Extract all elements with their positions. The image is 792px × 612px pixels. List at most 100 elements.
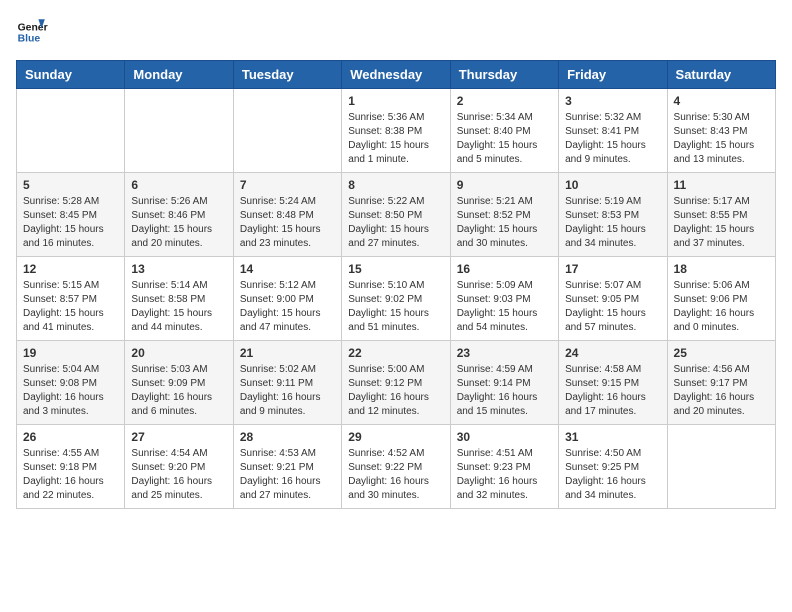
day-number: 18: [674, 262, 769, 276]
day-info: Sunrise: 5:26 AM Sunset: 8:46 PM Dayligh…: [131, 195, 226, 251]
calendar-cell: 24 Sunrise: 4:58 AM Sunset: 9:15 PM Dayli…: [559, 341, 667, 425]
svg-text:General: General: [18, 22, 48, 33]
weekday-header-friday: Friday: [559, 61, 667, 89]
day-number: 3: [565, 94, 660, 108]
day-info: Sunrise: 5:21 AM Sunset: 8:52 PM Dayligh…: [457, 195, 552, 251]
day-info: Sunrise: 4:58 AM Sunset: 9:15 PM Dayligh…: [565, 363, 660, 419]
day-number: 11: [674, 178, 769, 192]
calendar-cell: 13 Sunrise: 5:14 AM Sunset: 8:58 PM Dayli…: [125, 257, 233, 341]
calendar-cell: 30 Sunrise: 4:51 AM Sunset: 9:23 PM Dayli…: [450, 425, 558, 509]
calendar-week-3: 12 Sunrise: 5:15 AM Sunset: 8:57 PM Dayli…: [17, 257, 776, 341]
calendar-cell: [667, 425, 775, 509]
day-number: 19: [23, 346, 118, 360]
day-number: 22: [348, 346, 443, 360]
day-number: 15: [348, 262, 443, 276]
day-number: 8: [348, 178, 443, 192]
calendar-cell: 4Sunrise: 5:30 AM Sunset: 8:43 PM Daylig…: [667, 89, 775, 173]
weekday-header-thursday: Thursday: [450, 61, 558, 89]
calendar-cell: 6 Sunrise: 5:26 AM Sunset: 8:46 PM Daylig…: [125, 173, 233, 257]
day-info: Sunrise: 5:28 AM Sunset: 8:45 PM Dayligh…: [23, 195, 118, 251]
day-info: Sunrise: 4:50 AM Sunset: 9:25 PM Dayligh…: [565, 447, 660, 503]
weekday-header-tuesday: Tuesday: [233, 61, 341, 89]
day-number: 13: [131, 262, 226, 276]
calendar-cell: 19 Sunrise: 5:04 AM Sunset: 9:08 PM Dayli…: [17, 341, 125, 425]
day-info: Sunrise: 5:22 AM Sunset: 8:50 PM Dayligh…: [348, 195, 443, 251]
day-info: Sunrise: 5:24 AM Sunset: 8:48 PM Dayligh…: [240, 195, 335, 251]
day-info: Sunrise: 4:56 AM Sunset: 9:17 PM Dayligh…: [674, 363, 769, 419]
day-info: Sunrise: 5:03 AM Sunset: 9:09 PM Dayligh…: [131, 363, 226, 419]
day-info: Sunrise: 4:59 AM Sunset: 9:14 PM Dayligh…: [457, 363, 552, 419]
day-info: Sunrise: 5:00 AM Sunset: 9:12 PM Dayligh…: [348, 363, 443, 419]
page-header: GeneralBlue: [16, 16, 776, 48]
day-number: 9: [457, 178, 552, 192]
day-info: Sunrise: 4:51 AM Sunset: 9:23 PM Dayligh…: [457, 447, 552, 503]
day-info: Sunrise: 5:32 AM Sunset: 8:41 PM Dayligh…: [565, 111, 660, 167]
day-number: 24: [565, 346, 660, 360]
calendar-cell: 2 Sunrise: 5:34 AM Sunset: 8:40 PM Daylig…: [450, 89, 558, 173]
day-info: Sunrise: 5:19 AM Sunset: 8:53 PM Dayligh…: [565, 195, 660, 251]
calendar-cell: 16 Sunrise: 5:09 AM Sunset: 9:03 PM Dayli…: [450, 257, 558, 341]
calendar-week-4: 19 Sunrise: 5:04 AM Sunset: 9:08 PM Dayli…: [17, 341, 776, 425]
day-info: Sunrise: 5:09 AM Sunset: 9:03 PM Dayligh…: [457, 279, 552, 335]
calendar-cell: 11 Sunrise: 5:17 AM Sunset: 8:55 PM Dayli…: [667, 173, 775, 257]
day-number: 21: [240, 346, 335, 360]
calendar-cell: 3 Sunrise: 5:32 AM Sunset: 8:41 PM Daylig…: [559, 89, 667, 173]
day-info: Sunrise: 4:55 AM Sunset: 9:18 PM Dayligh…: [23, 447, 118, 503]
calendar-cell: [233, 89, 341, 173]
weekday-header-sunday: Sunday: [17, 61, 125, 89]
day-number: 25: [674, 346, 769, 360]
day-info: Sunrise: 4:53 AM Sunset: 9:21 PM Dayligh…: [240, 447, 335, 503]
day-number: 7: [240, 178, 335, 192]
day-number: 30: [457, 430, 552, 444]
logo: GeneralBlue: [16, 16, 48, 48]
day-number: 6: [131, 178, 226, 192]
calendar-cell: 8 Sunrise: 5:22 AM Sunset: 8:50 PM Daylig…: [342, 173, 450, 257]
day-number: 12: [23, 262, 118, 276]
calendar-cell: 18 Sunrise: 5:06 AM Sunset: 9:06 PM Dayli…: [667, 257, 775, 341]
calendar-cell: 27 Sunrise: 4:54 AM Sunset: 9:20 PM Dayli…: [125, 425, 233, 509]
calendar-week-1: 1Sunrise: 5:36 AM Sunset: 8:38 PM Daylig…: [17, 89, 776, 173]
calendar-cell: 25 Sunrise: 4:56 AM Sunset: 9:17 PM Dayli…: [667, 341, 775, 425]
calendar-table: SundayMondayTuesdayWednesdayThursdayFrid…: [16, 60, 776, 509]
calendar-cell: 20 Sunrise: 5:03 AM Sunset: 9:09 PM Dayli…: [125, 341, 233, 425]
day-number: 16: [457, 262, 552, 276]
weekday-header-saturday: Saturday: [667, 61, 775, 89]
calendar-cell: 10 Sunrise: 5:19 AM Sunset: 8:53 PM Dayli…: [559, 173, 667, 257]
calendar-cell: 17 Sunrise: 5:07 AM Sunset: 9:05 PM Dayli…: [559, 257, 667, 341]
day-info: Sunrise: 5:06 AM Sunset: 9:06 PM Dayligh…: [674, 279, 769, 335]
logo-icon: GeneralBlue: [16, 16, 48, 48]
calendar-cell: 29 Sunrise: 4:52 AM Sunset: 9:22 PM Dayli…: [342, 425, 450, 509]
day-number: 28: [240, 430, 335, 444]
day-info: Sunrise: 5:12 AM Sunset: 9:00 PM Dayligh…: [240, 279, 335, 335]
day-info: Sunrise: 4:54 AM Sunset: 9:20 PM Dayligh…: [131, 447, 226, 503]
day-number: 17: [565, 262, 660, 276]
calendar-cell: 31Sunrise: 4:50 AM Sunset: 9:25 PM Dayli…: [559, 425, 667, 509]
day-number: 2: [457, 94, 552, 108]
day-number: 4: [674, 94, 769, 108]
day-number: 27: [131, 430, 226, 444]
calendar-cell: 14 Sunrise: 5:12 AM Sunset: 9:00 PM Dayli…: [233, 257, 341, 341]
day-info: Sunrise: 5:17 AM Sunset: 8:55 PM Dayligh…: [674, 195, 769, 251]
calendar-cell: 7 Sunrise: 5:24 AM Sunset: 8:48 PM Daylig…: [233, 173, 341, 257]
day-info: Sunrise: 5:04 AM Sunset: 9:08 PM Dayligh…: [23, 363, 118, 419]
day-number: 10: [565, 178, 660, 192]
day-info: Sunrise: 4:52 AM Sunset: 9:22 PM Dayligh…: [348, 447, 443, 503]
day-info: Sunrise: 5:15 AM Sunset: 8:57 PM Dayligh…: [23, 279, 118, 335]
day-info: Sunrise: 5:34 AM Sunset: 8:40 PM Dayligh…: [457, 111, 552, 167]
calendar-cell: 21 Sunrise: 5:02 AM Sunset: 9:11 PM Dayli…: [233, 341, 341, 425]
calendar-cell: 23Sunrise: 4:59 AM Sunset: 9:14 PM Dayli…: [450, 341, 558, 425]
svg-text:Blue: Blue: [18, 34, 41, 45]
day-info: Sunrise: 5:02 AM Sunset: 9:11 PM Dayligh…: [240, 363, 335, 419]
day-number: 29: [348, 430, 443, 444]
day-info: Sunrise: 5:10 AM Sunset: 9:02 PM Dayligh…: [348, 279, 443, 335]
day-number: 14: [240, 262, 335, 276]
calendar-cell: 15 Sunrise: 5:10 AM Sunset: 9:02 PM Dayli…: [342, 257, 450, 341]
day-info: Sunrise: 5:36 AM Sunset: 8:38 PM Dayligh…: [348, 111, 443, 167]
day-info: Sunrise: 5:07 AM Sunset: 9:05 PM Dayligh…: [565, 279, 660, 335]
day-number: 26: [23, 430, 118, 444]
calendar-cell: 9 Sunrise: 5:21 AM Sunset: 8:52 PM Daylig…: [450, 173, 558, 257]
calendar-week-5: 26 Sunrise: 4:55 AM Sunset: 9:18 PM Dayli…: [17, 425, 776, 509]
day-number: 20: [131, 346, 226, 360]
calendar-cell: 12 Sunrise: 5:15 AM Sunset: 8:57 PM Dayli…: [17, 257, 125, 341]
day-info: Sunrise: 5:14 AM Sunset: 8:58 PM Dayligh…: [131, 279, 226, 335]
